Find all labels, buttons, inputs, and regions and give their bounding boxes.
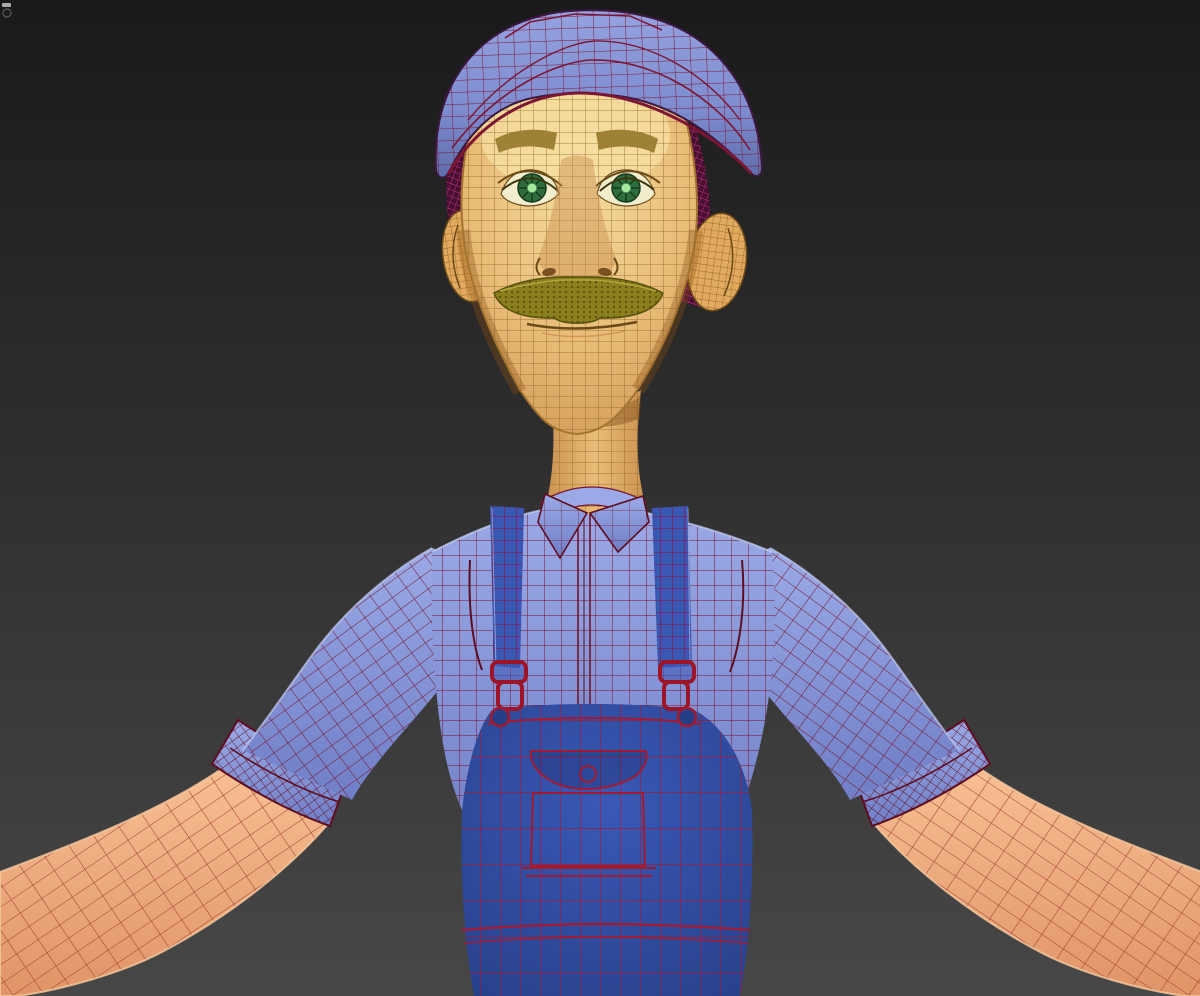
viewport[interactable] bbox=[0, 0, 1200, 996]
viewport-canvas[interactable] bbox=[0, 0, 1200, 996]
overalls-bib bbox=[462, 704, 753, 996]
